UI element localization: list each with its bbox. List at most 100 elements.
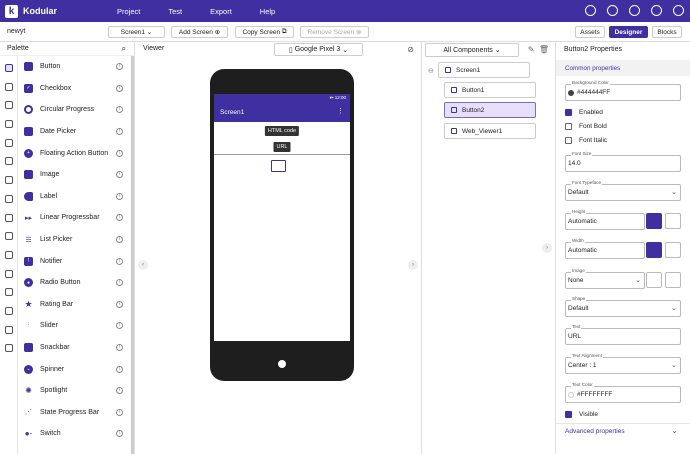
palette-item-image[interactable]: Image i	[18, 164, 131, 186]
info-icon[interactable]: i	[116, 192, 123, 200]
menu-help[interactable]: Help	[260, 7, 275, 16]
hide-components-icon[interactable]: ⊘	[407, 45, 414, 54]
chevron-down-icon[interactable]: ⌄	[671, 426, 678, 435]
palette-scrollbar[interactable]	[131, 56, 134, 454]
info-icon[interactable]: i	[116, 171, 123, 179]
height-fit-button[interactable]	[646, 213, 662, 229]
open-external-icon[interactable]	[665, 272, 681, 288]
palette-item-date-picker[interactable]: Date Picker i	[18, 121, 131, 143]
user-interface-category-icon[interactable]	[5, 64, 13, 72]
upload-icon[interactable]	[646, 272, 662, 288]
text-color-field[interactable]: Text Color #FFFFFFFF	[565, 382, 681, 403]
info-icon[interactable]: i	[116, 63, 123, 71]
app-logo[interactable]: k Kodular	[5, 4, 105, 18]
tree-node-screen1[interactable]: Screen1	[438, 62, 530, 78]
palette-item-spinner[interactable]: ⌄ Spinner i	[18, 358, 131, 380]
palette-item-linear-progressbar[interactable]: ▸▸ Linear Progressbar i	[18, 207, 131, 229]
layout-category-icon[interactable]	[5, 82, 13, 91]
palette-item-floating-action-button[interactable]: + Floating Action Button i	[18, 142, 131, 164]
menu-test[interactable]: Test	[168, 7, 182, 16]
assets-button[interactable]: Assets	[575, 26, 605, 38]
collapse-icon[interactable]: ⊖	[428, 67, 434, 75]
palette-item-notifier[interactable]: ! Notifier i	[18, 250, 131, 272]
maps-category-icon[interactable]	[5, 138, 13, 147]
palette-item-rating-bar[interactable]: ★ Rating Bar i	[18, 294, 131, 316]
sensors-category-icon[interactable]	[5, 157, 13, 166]
shape-select[interactable]: Shape Default ⌄	[565, 296, 681, 317]
palette-item-slider[interactable]: ⫶ Slider i	[18, 315, 131, 337]
blocks-button[interactable]: Blocks	[652, 26, 682, 38]
info-icon[interactable]: i	[116, 214, 123, 222]
button1-preview[interactable]: HTML code	[264, 126, 300, 136]
social-category-icon[interactable]	[5, 176, 13, 185]
info-icon[interactable]: i	[116, 365, 123, 373]
info-icon[interactable]: i	[116, 149, 123, 157]
chat-icon[interactable]	[651, 5, 662, 16]
info-icon[interactable]: i	[116, 344, 123, 352]
experimental-category-icon[interactable]	[5, 325, 13, 334]
info-icon[interactable]: i	[116, 84, 123, 92]
palette-item-snackbar[interactable]: Snackbar i	[18, 337, 131, 359]
info-icon[interactable]: i	[116, 322, 123, 330]
visible-checkbox[interactable]: Visible	[565, 411, 598, 418]
screen-select[interactable]: Screen1 ⌄	[108, 26, 165, 38]
advanced-properties-toggle[interactable]: Advanced properties	[565, 428, 625, 435]
palette-item-radio-button[interactable]: ● Radio Button i	[18, 272, 131, 294]
button2-preview[interactable]: URL	[273, 142, 291, 152]
storage-category-icon[interactable]	[5, 194, 13, 203]
media-category-icon[interactable]	[5, 101, 13, 110]
menu-project[interactable]: Project	[117, 7, 140, 16]
drawing-category-icon[interactable]	[5, 120, 13, 129]
companion-icon[interactable]	[585, 5, 596, 16]
info-icon[interactable]: i	[116, 279, 123, 287]
tree-node-button2[interactable]: Button2	[444, 102, 536, 118]
menu-export[interactable]: Export	[210, 7, 232, 16]
font-italic-checkbox[interactable]: Font Italic	[565, 137, 607, 144]
info-icon[interactable]: i	[116, 236, 123, 244]
chevron-right-icon[interactable]: ›	[542, 243, 552, 253]
palette-item-spotlight[interactable]: ✺ Spotlight i	[18, 380, 131, 402]
height-field[interactable]: Height Automatic	[565, 209, 645, 230]
account-icon[interactable]	[673, 5, 684, 16]
image-select[interactable]: Image None ⌄	[565, 268, 645, 289]
info-icon[interactable]: i	[116, 387, 123, 395]
remove-screen-button[interactable]: Remove Screen ⊗	[300, 26, 369, 38]
text-field[interactable]: Text URL	[565, 324, 681, 345]
connectivity-category-icon[interactable]	[5, 232, 13, 241]
info-icon[interactable]: i	[116, 408, 123, 416]
palette-item-label[interactable]: Label i	[18, 186, 131, 208]
palette-item-switch[interactable]: ●- Switch i	[18, 423, 131, 445]
enabled-checkbox[interactable]: Enabled	[565, 109, 603, 116]
width-fit-button[interactable]	[646, 242, 662, 258]
delete-icon[interactable]: 🗑	[539, 45, 549, 54]
tree-node-button1[interactable]: Button1	[444, 82, 536, 98]
background-color-field[interactable]: Background Color #444444FF	[565, 80, 681, 101]
chevron-right-icon[interactable]: ›	[408, 260, 418, 270]
tree-node-web-viewer1[interactable]: Web_Viewer1	[444, 123, 536, 139]
web-viewer-preview[interactable]	[214, 154, 350, 340]
chevron-left-icon[interactable]: ‹	[138, 260, 148, 270]
info-icon[interactable]: i	[116, 128, 123, 136]
search-icon[interactable]: ⌕	[122, 44, 126, 54]
info-icon[interactable]: i	[116, 300, 123, 308]
edit-icon[interactable]: ✎	[528, 45, 535, 54]
copy-screen-button[interactable]: Copy Screen ⧉	[235, 26, 294, 38]
info-icon[interactable]: i	[116, 106, 123, 114]
add-screen-button[interactable]: Add Screen ⊕	[171, 26, 228, 38]
palette-item-list-picker[interactable]: ☰ List Picker i	[18, 229, 131, 251]
palette-item-button[interactable]: Button i	[18, 56, 131, 78]
lego-category-icon[interactable]	[5, 306, 13, 315]
device-select[interactable]: ▯ Google Pixel 3 ⌄	[274, 43, 363, 56]
font-size-field[interactable]: Font Size 14.0	[565, 151, 681, 172]
common-properties-tab[interactable]: Common properties	[565, 65, 620, 72]
info-icon[interactable]: i	[116, 257, 123, 265]
monetization-category-icon[interactable]	[5, 288, 13, 297]
font-typeface-select[interactable]: Font Typeface Default ⌄	[565, 180, 681, 201]
info-icon[interactable]: i	[116, 430, 123, 438]
width-fullscreen-button[interactable]	[665, 242, 681, 258]
gallery-icon[interactable]	[607, 5, 618, 16]
palette-item-circular-progress[interactable]: Circular Progress i	[18, 99, 131, 121]
font-bold-checkbox[interactable]: Font Bold	[565, 123, 607, 130]
extensions-category-icon[interactable]	[5, 344, 13, 353]
text-alignment-select[interactable]: Text Alignment Center : 1 ⌄	[565, 353, 681, 374]
